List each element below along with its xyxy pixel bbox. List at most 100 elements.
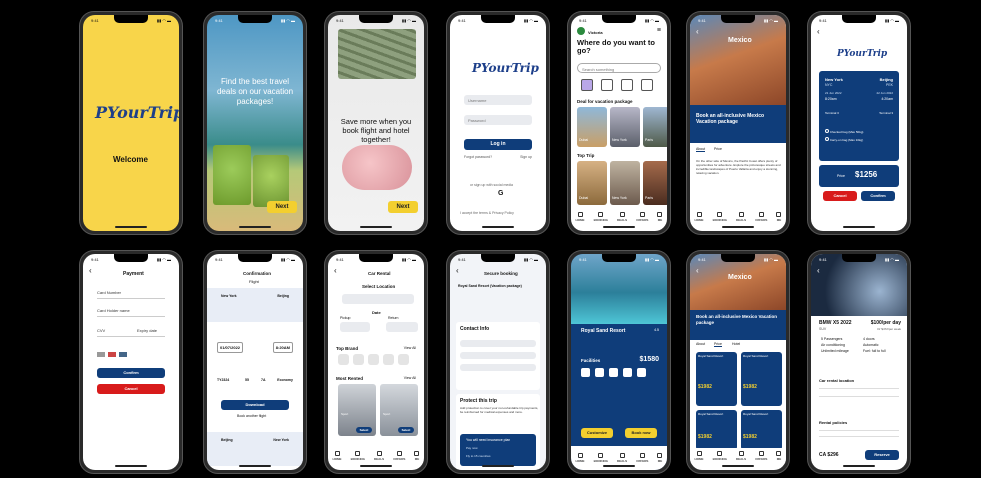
- back-icon[interactable]: ‹: [696, 266, 699, 275]
- download-button[interactable]: Download: [221, 400, 289, 410]
- back-icon[interactable]: ‹: [696, 27, 699, 36]
- deal-card[interactable]: Dubai: [577, 107, 607, 147]
- tab-booking[interactable]: BOOKING: [351, 451, 365, 461]
- flight-icon[interactable]: [601, 79, 613, 91]
- expiry-field[interactable]: Expiry date: [137, 328, 157, 333]
- next-button[interactable]: Next: [388, 201, 418, 213]
- signup-link[interactable]: Sign up: [520, 155, 532, 159]
- contact-field[interactable]: [460, 364, 536, 371]
- location-search-input[interactable]: [342, 294, 414, 304]
- password-input[interactable]: Password: [464, 115, 532, 125]
- top-trip-card[interactable]: Paris: [643, 161, 667, 205]
- cvv-field[interactable]: CVV: [97, 328, 105, 333]
- brand-logo-icon[interactable]: [368, 354, 379, 365]
- hotel-card[interactable]: Royal Sand Resort $1982: [741, 410, 782, 450]
- amex-icon[interactable]: [119, 352, 127, 357]
- select-button[interactable]: Select: [356, 427, 372, 433]
- tab-deals[interactable]: DEALS: [736, 212, 746, 222]
- tab-offers[interactable]: OFFERS: [636, 453, 648, 463]
- hotel-card[interactable]: Royal Sand Resort $1982: [741, 352, 782, 406]
- forgot-password-link[interactable]: Forgot password?: [464, 155, 492, 159]
- activity-icon[interactable]: [641, 79, 653, 91]
- tab-price[interactable]: Price: [714, 342, 722, 347]
- tab-booking[interactable]: BOOKING: [713, 212, 727, 222]
- book-now-button[interactable]: Book now: [625, 428, 657, 438]
- select-button[interactable]: Select: [398, 427, 414, 433]
- tab-hotel[interactable]: Hotel: [732, 342, 740, 346]
- back-icon[interactable]: ‹: [334, 266, 337, 275]
- view-all-brands-link[interactable]: View All: [404, 346, 416, 350]
- tab-home[interactable]: HOME: [576, 212, 585, 222]
- tab-offers[interactable]: OFFERS: [755, 451, 767, 461]
- google-icon[interactable]: G: [498, 190, 503, 197]
- tab-about[interactable]: About: [696, 147, 706, 152]
- tab-home[interactable]: HOME: [333, 451, 342, 461]
- cancel-button[interactable]: Cancel: [823, 191, 857, 201]
- brand-logo-icon[interactable]: [383, 354, 394, 365]
- return-date-input[interactable]: [386, 322, 418, 332]
- tab-home[interactable]: HOME: [695, 212, 704, 222]
- tab-booking[interactable]: BOOKING: [594, 453, 608, 463]
- book-another-link[interactable]: Book another flight: [237, 414, 266, 418]
- visa-icon[interactable]: [97, 352, 105, 357]
- tab-offers[interactable]: OFFERS: [636, 212, 648, 222]
- card-holder-field[interactable]: Card Holder name: [97, 308, 130, 313]
- tab-about[interactable]: About: [696, 342, 705, 346]
- option-carry-on[interactable]: Carry-on bag (Max 10kg): [825, 137, 863, 142]
- back-icon[interactable]: ‹: [817, 266, 820, 275]
- car-card[interactable]: Sport Select: [338, 384, 376, 436]
- cancel-button[interactable]: Cancel: [97, 384, 165, 394]
- pickup-date-input[interactable]: [340, 322, 370, 332]
- reserve-button[interactable]: Reserve: [865, 450, 899, 460]
- tab-me[interactable]: ME: [776, 451, 782, 461]
- coconut-image: [213, 145, 251, 205]
- tab-deals[interactable]: DEALS: [374, 451, 384, 461]
- tab-booking[interactable]: BOOKING: [594, 212, 608, 222]
- deal-card[interactable]: Paris: [643, 107, 667, 147]
- username-input[interactable]: Username: [464, 95, 532, 105]
- brand-logo-icon[interactable]: [398, 354, 409, 365]
- top-trip-card[interactable]: Dubai: [577, 161, 607, 205]
- tab-deals[interactable]: DEALS: [617, 453, 627, 463]
- back-icon[interactable]: ‹: [89, 266, 92, 275]
- brand-logo-icon[interactable]: [353, 354, 364, 365]
- back-icon[interactable]: ‹: [817, 27, 820, 36]
- hotel-card[interactable]: Royal Sand Resort $1982: [696, 352, 737, 406]
- confirm-button[interactable]: Confirm: [861, 191, 895, 201]
- tab-booking[interactable]: BOOKING: [713, 451, 727, 461]
- view-all-cars-link[interactable]: View All: [404, 376, 416, 380]
- deal-card[interactable]: New York: [610, 107, 640, 147]
- brand-logo-icon[interactable]: [338, 354, 349, 365]
- terms-checkbox[interactable]: I accept the terms & Privacy Policy: [460, 211, 514, 215]
- mastercard-icon[interactable]: [108, 352, 116, 357]
- tab-offers[interactable]: OFFERS: [393, 451, 405, 461]
- menu-icon[interactable]: ≡: [657, 27, 661, 34]
- avatar[interactable]: [577, 27, 585, 35]
- contact-field[interactable]: [460, 340, 536, 347]
- tab-price[interactable]: Price: [714, 147, 722, 151]
- search-input[interactable]: Search something: [577, 63, 661, 73]
- app-logo: PYourTrip: [472, 61, 539, 75]
- card-number-field[interactable]: Card Number: [97, 290, 121, 295]
- tab-me[interactable]: ME: [657, 453, 663, 463]
- back-icon[interactable]: ‹: [456, 266, 459, 275]
- tab-offers[interactable]: OFFERS: [755, 212, 767, 222]
- tab-home[interactable]: HOME: [576, 453, 585, 463]
- customize-button[interactable]: Customize: [581, 428, 613, 438]
- top-trip-card[interactable]: New York: [610, 161, 640, 205]
- confirm-button[interactable]: Confirm: [97, 368, 165, 378]
- tab-me[interactable]: ME: [776, 212, 782, 222]
- car-card[interactable]: Sport Select: [380, 384, 418, 436]
- hotel-card[interactable]: Royal Sand Resort $1982: [696, 410, 737, 450]
- tab-home[interactable]: HOME: [695, 451, 704, 461]
- option-checked-bag[interactable]: Checked bag (Max 50kg): [825, 129, 863, 134]
- tab-me[interactable]: ME: [657, 212, 663, 222]
- tab-me[interactable]: ME: [414, 451, 420, 461]
- login-button[interactable]: Log in: [464, 139, 532, 150]
- tab-deals[interactable]: DEALS: [736, 451, 746, 461]
- hotel-icon[interactable]: [581, 79, 593, 91]
- contact-field[interactable]: [460, 352, 536, 359]
- tab-deals[interactable]: DEALS: [617, 212, 627, 222]
- next-button[interactable]: Next: [267, 201, 297, 213]
- car-icon[interactable]: [621, 79, 633, 91]
